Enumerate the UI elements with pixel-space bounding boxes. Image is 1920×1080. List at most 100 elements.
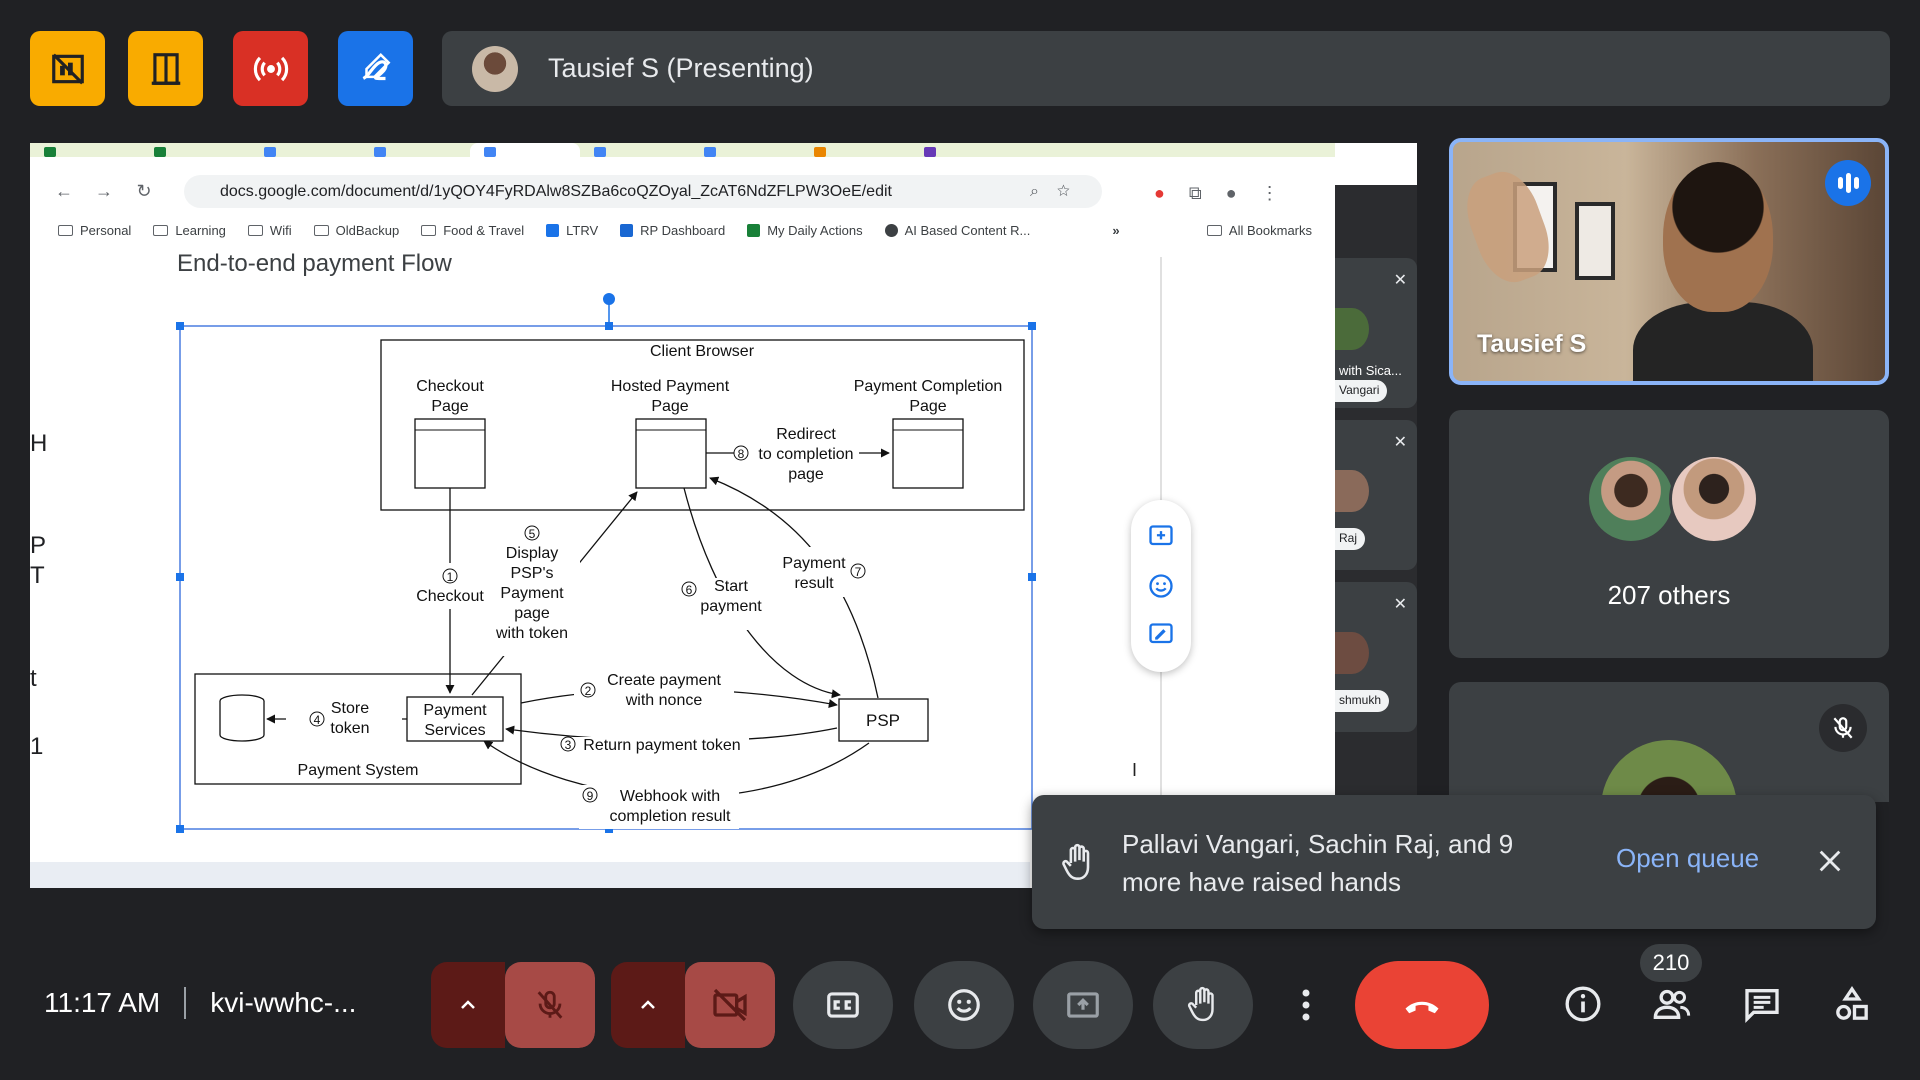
building-icon	[151, 52, 180, 85]
live-stream-icon	[253, 56, 288, 81]
bookmark-ltrv[interactable]: LTRV	[546, 223, 598, 238]
ltrv-logo-icon	[546, 223, 560, 237]
bookmark-label: Food & Travel	[443, 222, 525, 238]
label-line: Payment Completion	[854, 378, 1003, 395]
active-speaker-tile[interactable]: Tausief S	[1449, 138, 1889, 385]
reload-icon[interactable]: ↻	[124, 181, 164, 202]
mic-off-indicator	[1819, 704, 1867, 752]
audio-options-button[interactable]	[431, 962, 505, 1048]
leave-call-button[interactable]	[1355, 961, 1489, 1049]
label-line: Store	[331, 700, 369, 717]
label-line: token	[330, 720, 369, 737]
label-line: Display	[506, 545, 558, 562]
all-bookmarks[interactable]: All Bookmarks	[1206, 223, 1312, 238]
participant-thumbnail[interactable]: ✕ Raj	[1335, 420, 1417, 570]
mic-off-icon: ✕	[1393, 596, 1407, 613]
meeting-code[interactable]: kvi-wwhc-...	[210, 987, 356, 1019]
address-row: ← → ↻ docs.google.com/document/d/1yQOY4F…	[44, 171, 1335, 211]
bookmarks-overflow-icon[interactable]: »	[1112, 223, 1119, 238]
meeting-details-button[interactable]	[1561, 982, 1605, 1026]
bookmark-rp-dashboard[interactable]: RP Dashboard	[620, 223, 725, 238]
zoom-and-star-icons[interactable]: ⌕☆	[1030, 183, 1088, 201]
extensions-puzzle-icon[interactable]: ⧉	[1189, 183, 1202, 204]
browser-tab[interactable]	[800, 143, 910, 157]
participant-thumbnail[interactable]: ✕ with Sica... Vangari	[1335, 258, 1417, 408]
video-options-button[interactable]	[611, 962, 685, 1048]
bookmark-food-travel[interactable]: Food & Travel	[421, 223, 524, 238]
step-number: 5	[529, 527, 536, 541]
suggest-edit-icon[interactable]	[1147, 621, 1175, 649]
globe-icon	[884, 223, 898, 237]
payment-system-label: Payment System	[298, 762, 419, 779]
present-screen-button[interactable]	[1033, 961, 1133, 1049]
participant-avatar	[1601, 740, 1737, 802]
bookmark-learning[interactable]: Learning	[153, 223, 226, 238]
open-queue-button[interactable]: Open queue	[1616, 843, 1759, 874]
bookmark-oldbackup[interactable]: OldBackup	[313, 223, 399, 238]
hang-up-icon	[1405, 1001, 1439, 1014]
forward-arrow-icon[interactable]: →	[84, 181, 124, 202]
browser-tab[interactable]	[140, 143, 250, 157]
browser-tab-active[interactable]	[470, 143, 580, 157]
browser-menu-icon[interactable]: ⋮	[1261, 183, 1279, 204]
opera-extension-icon[interactable]: ●	[1154, 183, 1165, 204]
bookmark-personal[interactable]: Personal	[58, 223, 131, 238]
label-line: Create payment	[607, 672, 721, 689]
activities-button[interactable]	[1830, 982, 1874, 1026]
camera-toggle-button[interactable]	[685, 962, 775, 1048]
whiteboard-off-button[interactable]	[30, 31, 105, 106]
info-icon	[1565, 986, 1601, 1022]
step-number: 8	[738, 447, 745, 461]
bookmark-ai-content[interactable]: AI Based Content R...	[884, 223, 1030, 238]
label-line: Page	[651, 398, 688, 415]
label-line: Payment	[782, 555, 846, 572]
chevron-up-icon	[461, 1000, 475, 1009]
annotate-button[interactable]	[338, 31, 413, 106]
participant-avatar	[1669, 454, 1759, 544]
add-comment-icon[interactable]	[1147, 523, 1175, 551]
browser-tab[interactable]	[360, 143, 470, 157]
speaker-head	[1663, 162, 1773, 312]
close-icon	[1819, 850, 1841, 872]
sheets-icon	[747, 223, 761, 237]
building-app-button[interactable]	[128, 31, 203, 106]
reactions-button[interactable]	[914, 961, 1014, 1049]
participant-thumbnail[interactable]: ✕ shmukh	[1335, 582, 1417, 732]
browser-tab[interactable]	[250, 143, 360, 157]
participant-tile[interactable]	[1449, 682, 1889, 802]
emoji-icon	[948, 989, 980, 1021]
document-heading: End-to-end payment Flow	[177, 250, 452, 277]
emoji-reaction-icon[interactable]	[1147, 572, 1175, 600]
browser-tab[interactable]	[690, 143, 800, 157]
mic-toggle-button[interactable]	[505, 962, 595, 1048]
label-line: Services	[424, 722, 485, 739]
step-number: 1	[447, 570, 454, 584]
live-stream-button[interactable]	[233, 31, 308, 106]
others-count-label: 207 others	[1607, 580, 1731, 610]
mic-off-icon	[1833, 717, 1853, 739]
payment-flow-diagram[interactable]: Client Browser Checkout Page Hosted Payme…	[154, 285, 1154, 885]
back-arrow-icon[interactable]: ←	[44, 181, 84, 202]
step-number: 9	[587, 789, 594, 803]
others-tile[interactable]: 207 others	[1449, 410, 1889, 658]
browser-tab[interactable]	[30, 143, 140, 157]
speaker-name: Tausief S	[1477, 330, 1587, 358]
chat-button[interactable]	[1740, 982, 1784, 1026]
address-bar[interactable]: docs.google.com/document/d/1yQOY4FyRDAlw…	[184, 175, 1102, 208]
display-psp-label: Display PSP's Payment page with token	[495, 545, 568, 642]
captions-button[interactable]	[793, 961, 893, 1049]
people-button[interactable]	[1650, 982, 1694, 1026]
profile-avatar-icon[interactable]: ●	[1226, 183, 1237, 204]
bookmark-daily-actions[interactable]: My Daily Actions	[747, 223, 863, 238]
raise-hand-button[interactable]	[1153, 961, 1253, 1049]
tab-favicon-icon	[484, 147, 496, 157]
bookmark-wifi[interactable]: Wifi	[247, 223, 292, 238]
label-line: Checkout	[416, 378, 484, 395]
mic-off-icon	[537, 990, 563, 1019]
doc-letter: 1	[30, 733, 44, 760]
more-options-button[interactable]	[1284, 961, 1328, 1049]
close-notification-button[interactable]	[1808, 839, 1852, 883]
browser-tab[interactable]	[910, 143, 1020, 157]
tab-favicon-icon	[594, 147, 606, 157]
browser-tab[interactable]	[580, 143, 690, 157]
